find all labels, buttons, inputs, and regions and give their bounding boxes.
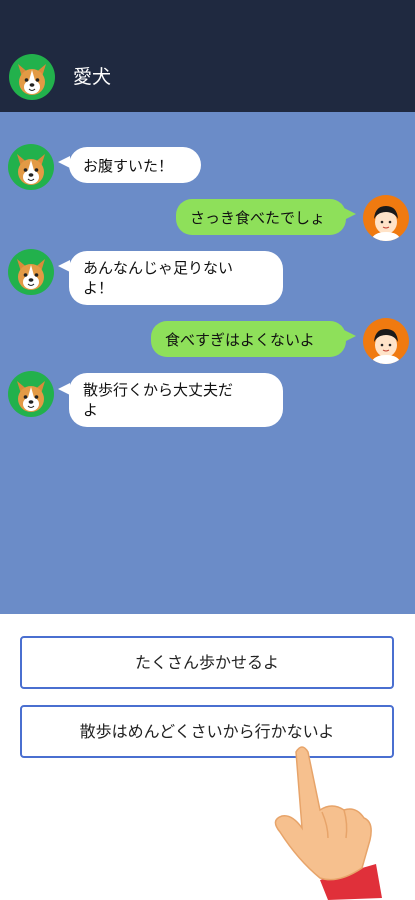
choice-button-walk-a-lot[interactable]: たくさん歩かせるよ	[20, 636, 394, 689]
outgoing-message: 食べすぎはよくないよ	[151, 321, 346, 357]
user-avatar-icon	[363, 318, 409, 364]
dog-avatar-icon	[8, 371, 54, 417]
chat-title: 愛犬	[73, 66, 112, 88]
incoming-message: お腹すいた！	[69, 147, 201, 183]
dog-avatar-icon	[8, 144, 54, 190]
user-avatar-icon	[363, 195, 409, 241]
bubble-tail	[344, 330, 356, 342]
pointing-hand-icon	[258, 740, 388, 900]
bubble-tail	[344, 208, 356, 220]
outgoing-message: さっき食べたでしょ	[176, 199, 346, 235]
chat-area: お腹すいた！ さっき食べたでしょ あんなんじゃ足りない よ！ 食べすぎはよくない…	[0, 112, 415, 614]
incoming-message: あんなんじゃ足りない よ！	[69, 251, 283, 305]
chat-header: 愛犬	[0, 0, 415, 112]
dog-avatar-icon	[8, 249, 54, 295]
dog-avatar-icon	[9, 54, 55, 100]
incoming-message: 散歩行くから大丈夫だ よ	[69, 373, 283, 427]
